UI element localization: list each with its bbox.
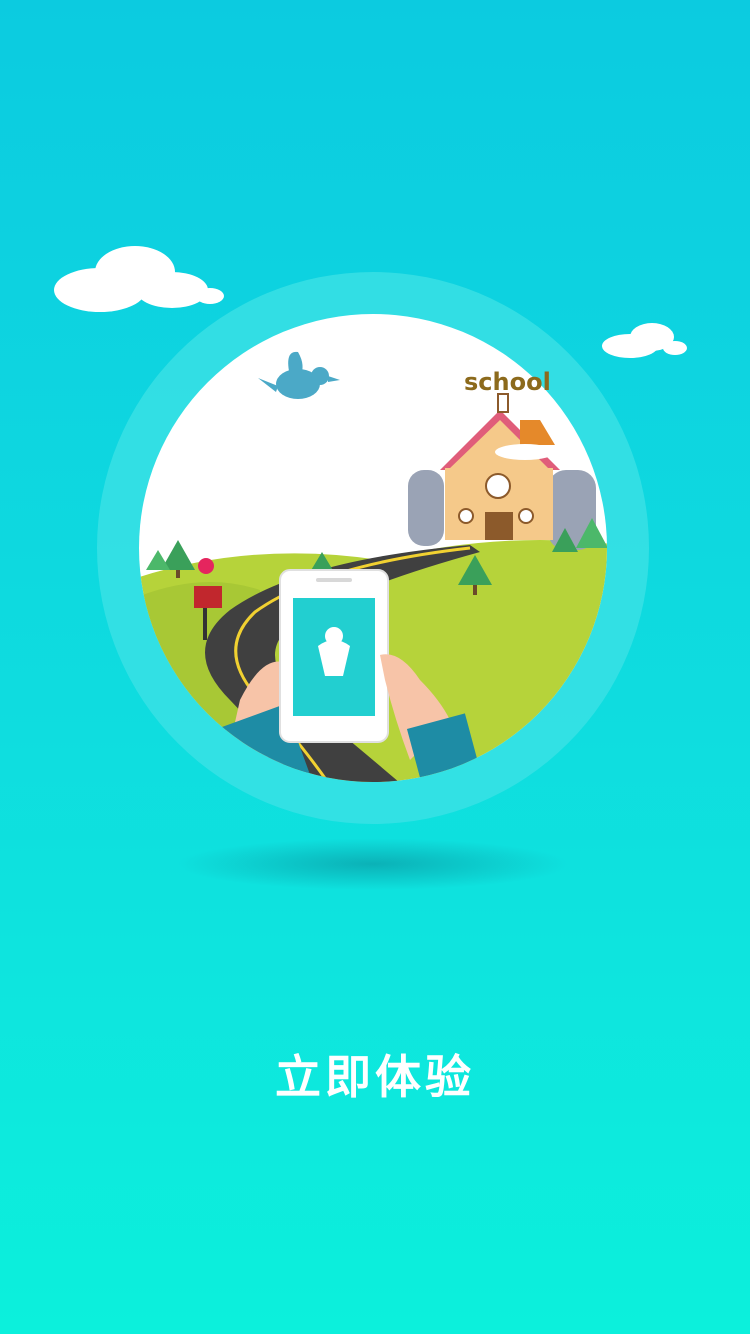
floating-shadow [178, 838, 568, 890]
school-sign: school [464, 368, 551, 396]
cloud-icon [54, 246, 224, 312]
start-experience-button[interactable]: 立即体验 [0, 1042, 750, 1112]
onboarding-illustration: school [54, 246, 687, 890]
cloud-icon [602, 323, 687, 358]
phone-icon [279, 569, 389, 743]
